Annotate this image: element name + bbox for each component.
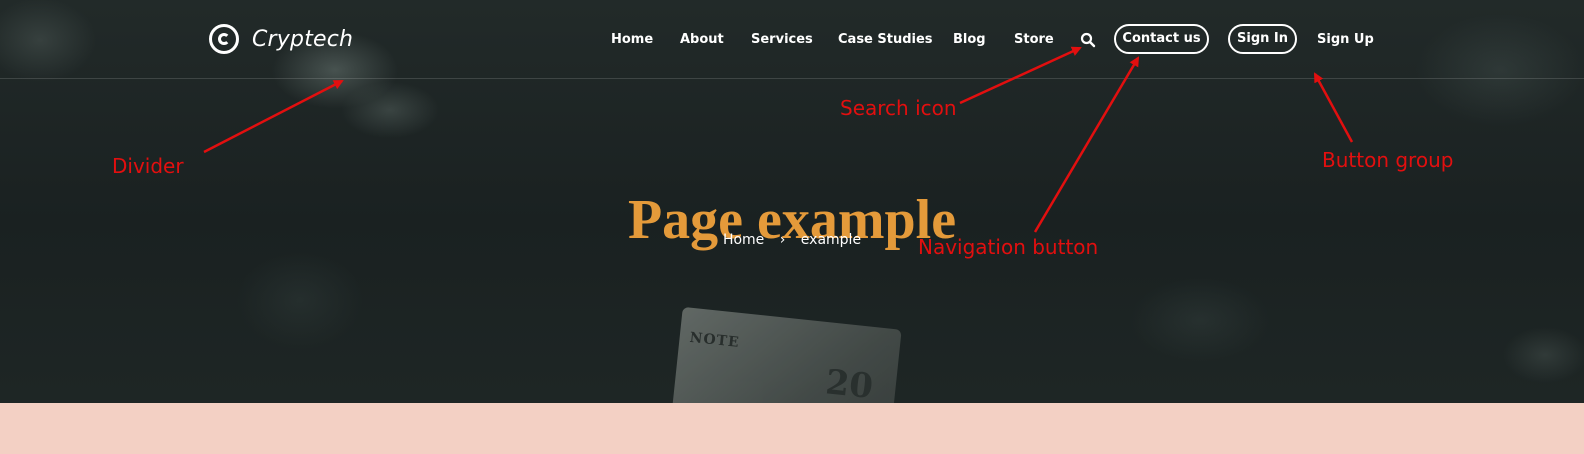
breadcrumb-current: example (800, 232, 862, 248)
search-icon[interactable] (1080, 32, 1096, 48)
annotation-navigation-button: Navigation button (918, 235, 1099, 259)
nav-item-services[interactable]: Services (751, 25, 813, 55)
nav-item-case-studies[interactable]: Case Studies (838, 25, 933, 55)
banknote-image: NOTE 20 (670, 306, 902, 403)
site-header: Cryptech Home About Services Case Studie… (0, 0, 1584, 79)
nav-item-blog[interactable]: Blog (953, 25, 986, 55)
brand-logo[interactable]: Cryptech (209, 22, 353, 56)
nav-item-home[interactable]: Home (611, 25, 653, 55)
annotation-divider: Divider (112, 154, 184, 178)
breadcrumb-home-link[interactable]: Home (723, 230, 764, 250)
chevron-right-icon: › (779, 232, 786, 248)
copyright-circle-icon (209, 24, 239, 54)
annotation-button-group: Button group (1322, 148, 1454, 172)
sign-up-button[interactable]: Sign Up (1317, 25, 1374, 55)
nav-item-store[interactable]: Store (1014, 25, 1054, 55)
content-area (0, 403, 1584, 454)
contact-us-button[interactable]: Contact us (1114, 24, 1209, 54)
annotation-search-icon: Search icon (840, 96, 957, 120)
brand-name: Cryptech (252, 26, 354, 52)
banknote-text: NOTE (688, 329, 741, 351)
breadcrumb: Home › example (0, 230, 1584, 250)
header-divider (0, 78, 1584, 79)
sign-in-button[interactable]: Sign In (1228, 24, 1297, 54)
banknote-number: 20 (823, 362, 875, 403)
nav-item-about[interactable]: About (680, 25, 724, 55)
